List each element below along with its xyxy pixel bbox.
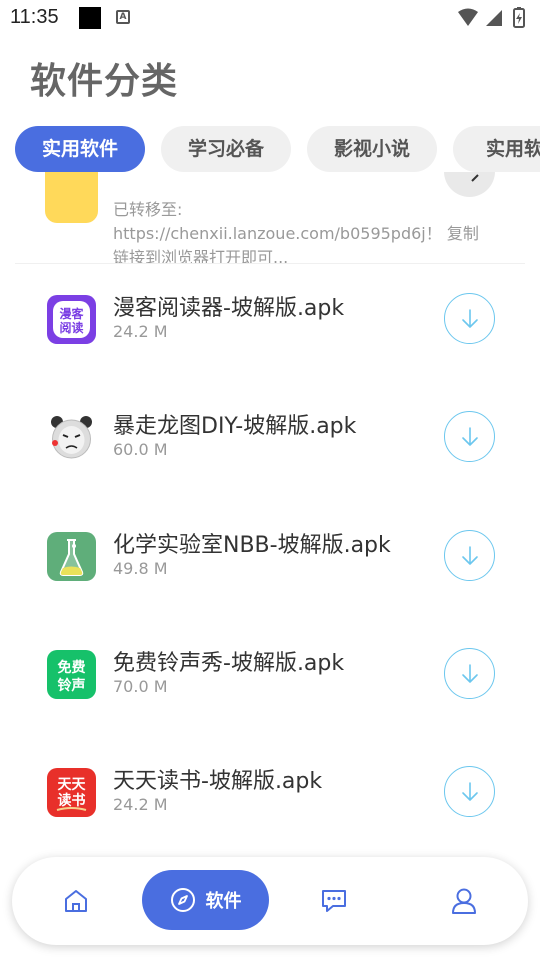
download-arrow-icon bbox=[461, 426, 478, 446]
tab-practical-software-2[interactable]: 实用软 bbox=[453, 126, 540, 172]
signal-battery-icon bbox=[458, 7, 525, 28]
app-size: 49.8 M bbox=[113, 559, 168, 578]
list-item-partial[interactable]: 已转移至: https://chenxii.lanzoue.com/b0595p… bbox=[0, 172, 540, 264]
divider bbox=[15, 263, 525, 264]
ringtone-icon: 免费 铃声 bbox=[47, 650, 96, 699]
app-list-item[interactable]: 免费 铃声 免费铃声秀-坡解版.apk 70.0 M bbox=[0, 637, 540, 737]
nav-home[interactable] bbox=[52, 857, 100, 945]
download-arrow-icon bbox=[461, 781, 478, 801]
app-name: 免费铃声秀-坡解版.apk bbox=[113, 651, 345, 676]
download-arrow-icon bbox=[461, 663, 478, 683]
app-name: 暴走龙图DIY-坡解版.apk bbox=[113, 414, 357, 439]
download-button[interactable] bbox=[444, 648, 495, 699]
download-arrow-icon bbox=[461, 545, 478, 565]
tab-study-essentials[interactable]: 学习必备 bbox=[161, 126, 291, 172]
partial-line-3: 链接到浏览器打开即可... bbox=[113, 248, 289, 264]
bottom-nav: 软件 bbox=[12, 857, 528, 945]
app-list-item[interactable]: 天天 读书 天天读书-坡解版.apk 24.2 M bbox=[0, 755, 540, 855]
app-name: 漫客阅读器-坡解版.apk bbox=[113, 296, 345, 321]
app-size: 60.0 M bbox=[113, 440, 168, 459]
download-button[interactable] bbox=[444, 411, 495, 462]
app-name: 天天读书-坡解版.apk bbox=[113, 769, 323, 794]
flask-icon bbox=[47, 532, 96, 581]
status-bar: 11:35 A bbox=[0, 0, 540, 36]
app-list-item[interactable]: 暴走龙图DIY-坡解版.apk 60.0 M bbox=[0, 400, 540, 500]
app-size: 24.2 M bbox=[113, 322, 168, 341]
share-button[interactable] bbox=[444, 172, 495, 197]
download-button[interactable] bbox=[444, 530, 495, 581]
tiantian-book-icon: 天天 读书 bbox=[47, 768, 96, 817]
tab-practical-software[interactable]: 实用软件 bbox=[15, 126, 145, 172]
app-list-item[interactable]: 化学实验室NBB-坡解版.apk 49.8 M bbox=[0, 519, 540, 619]
notification-a-icon: A bbox=[116, 10, 130, 24]
panda-meme-icon bbox=[47, 413, 96, 462]
svg-text:阅读: 阅读 bbox=[59, 320, 83, 335]
user-icon bbox=[452, 888, 476, 914]
app-name: 化学实验室NBB-坡解版.apk bbox=[113, 533, 391, 558]
chat-bubble-icon bbox=[322, 890, 346, 912]
status-time: 11:35 bbox=[10, 6, 59, 28]
download-arrow-icon bbox=[461, 308, 478, 328]
home-icon bbox=[65, 890, 87, 912]
partial-item-text: 已转移至: https://chenxii.lanzoue.com/b0595p… bbox=[113, 198, 503, 264]
compass-icon bbox=[170, 888, 195, 912]
nav-messages[interactable] bbox=[310, 857, 358, 945]
download-button[interactable] bbox=[444, 293, 495, 344]
nav-software[interactable]: 软件 bbox=[142, 870, 269, 930]
folder-icon bbox=[45, 172, 98, 223]
nav-software-label: 软件 bbox=[205, 891, 242, 912]
page-title: 软件分类 bbox=[30, 61, 179, 102]
svg-text:铃声: 铃声 bbox=[58, 677, 86, 694]
nav-profile[interactable] bbox=[440, 857, 488, 945]
partial-line-1: 已转移至: bbox=[113, 200, 183, 219]
status-icons bbox=[456, 6, 532, 30]
app-size: 24.2 M bbox=[113, 795, 168, 814]
notification-square-icon bbox=[79, 7, 101, 29]
category-tabs: 实用软件 学习必备 影视小说 实用软 bbox=[15, 126, 540, 172]
svg-text:漫客: 漫客 bbox=[59, 306, 84, 321]
app-list-item[interactable]: 漫客 阅读 漫客阅读器-坡解版.apk 24.2 M bbox=[0, 282, 540, 382]
tab-video-novels[interactable]: 影视小说 bbox=[307, 126, 437, 172]
svg-text:免费: 免费 bbox=[58, 659, 86, 676]
partial-line-2: https://chenxii.lanzoue.com/b0595pd6j！ 复… bbox=[113, 224, 479, 243]
download-button[interactable] bbox=[444, 766, 495, 817]
svg-text:读书: 读书 bbox=[58, 792, 86, 809]
app-size: 70.0 M bbox=[113, 677, 168, 696]
svg-text:天天: 天天 bbox=[58, 777, 87, 793]
manke-reader-icon: 漫客 阅读 bbox=[47, 295, 96, 344]
